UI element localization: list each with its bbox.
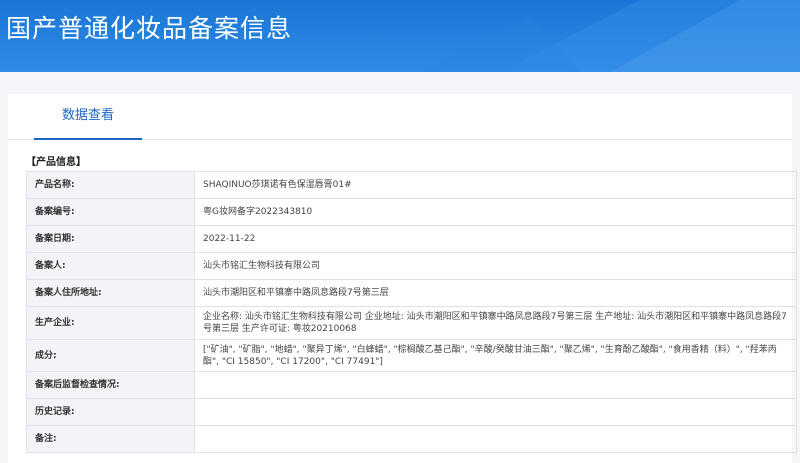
product-info-table: 产品名称: SHAQINUO莎琪诺有色保湿唇膏01# 备案编号: 粤G妆网备字2… bbox=[26, 171, 797, 453]
row-label: 备案日期: bbox=[26, 225, 195, 253]
table-row: 备案编号: 粤G妆网备字2022343810 bbox=[26, 198, 797, 226]
table-row: 备注: bbox=[26, 425, 797, 453]
header-banner: 国产普通化妆品备案信息 bbox=[0, 0, 800, 72]
table-row: 生产企业: 企业名称: 汕头市铭汇生物科技有限公司 企业地址: 汕头市潮阳区和平… bbox=[26, 306, 797, 340]
table-row: 历史记录: bbox=[26, 398, 797, 426]
row-value: 汕头市铭汇生物科技有限公司 bbox=[194, 252, 797, 280]
row-value: 2022-11-22 bbox=[194, 225, 797, 253]
row-value bbox=[194, 371, 797, 399]
tab-data-view[interactable]: 数据查看 bbox=[34, 94, 142, 140]
row-value: 企业名称: 汕头市铭汇生物科技有限公司 企业地址: 汕头市潮阳区和平镇寨中路凤息… bbox=[194, 306, 797, 340]
table-row: 备案人住所地址: 汕头市潮阳区和平镇寨中路凤息路段7号第三层 bbox=[26, 279, 797, 307]
banner-decoration bbox=[420, 0, 800, 72]
table-row: 备案日期: 2022-11-22 bbox=[26, 225, 797, 253]
row-label: 历史记录: bbox=[26, 398, 195, 426]
row-value: 汕头市潮阳区和平镇寨中路凤息路段7号第三层 bbox=[194, 279, 797, 307]
row-label: 备案人: bbox=[26, 252, 195, 280]
table-row: 备案后监督检查情况: bbox=[26, 371, 797, 399]
section-title: 【产品信息】 bbox=[26, 157, 86, 168]
row-label: 备注: bbox=[26, 425, 195, 453]
row-value: SHAQINUO莎琪诺有色保湿唇膏01# bbox=[194, 171, 797, 199]
row-label: 生产企业: bbox=[26, 306, 195, 340]
tab-bar: 数据查看 bbox=[8, 94, 792, 140]
row-label: 备案编号: bbox=[26, 198, 195, 226]
row-label: 成分: bbox=[26, 339, 195, 372]
page-title: 国产普通化妆品备案信息 bbox=[6, 14, 293, 43]
table-row: 备案人: 汕头市铭汇生物科技有限公司 bbox=[26, 252, 797, 280]
row-value bbox=[194, 398, 797, 426]
row-label: 产品名称: bbox=[26, 171, 195, 199]
row-value bbox=[194, 425, 797, 453]
table-row: 成分: ["矿油", "矿脂", "地蜡", "聚异丁烯", "白蜂蜡", "棕… bbox=[26, 339, 797, 372]
row-label: 备案人住所地址: bbox=[26, 279, 195, 307]
row-value: ["矿油", "矿脂", "地蜡", "聚异丁烯", "白蜂蜡", "棕榈酸乙基… bbox=[194, 339, 797, 372]
row-label: 备案后监督检查情况: bbox=[26, 371, 195, 399]
table-row: 产品名称: SHAQINUO莎琪诺有色保湿唇膏01# bbox=[26, 171, 797, 199]
row-value: 粤G妆网备字2022343810 bbox=[194, 198, 797, 226]
